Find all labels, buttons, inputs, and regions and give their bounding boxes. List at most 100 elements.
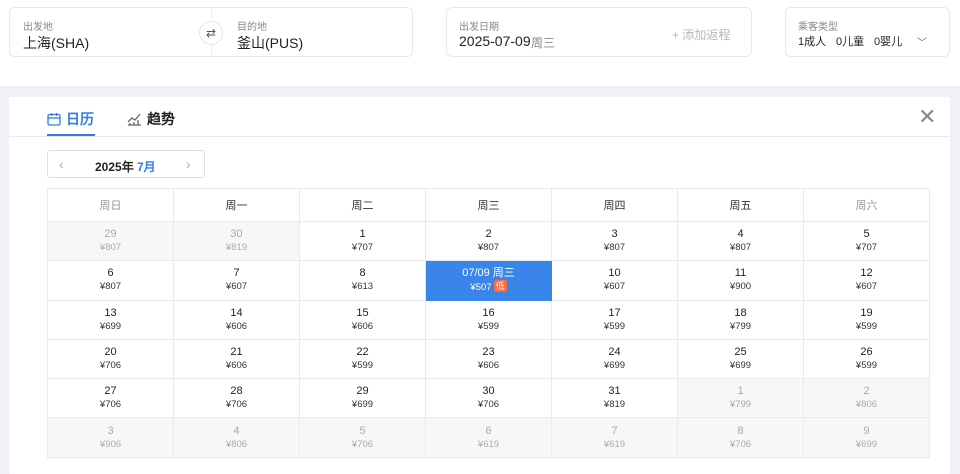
calendar-day[interactable]: 10 ¥607 bbox=[551, 260, 678, 301]
calendar-day[interactable]: 2 ¥807 bbox=[425, 220, 552, 262]
day-number: 31 bbox=[608, 385, 621, 398]
view-tabs: 日历 趋势 ✕ bbox=[9, 97, 950, 137]
calendar-day[interactable]: 21 ¥606 bbox=[173, 338, 300, 380]
day-number: 2 bbox=[863, 385, 870, 398]
tab-trend-label: 趋势 bbox=[147, 111, 175, 127]
calendar-day[interactable]: 6 ¥807 bbox=[47, 260, 174, 301]
origin-value: 上海(SHA) bbox=[23, 35, 90, 51]
day-price: ¥819 bbox=[603, 399, 626, 411]
calendar-day[interactable]: 29 ¥699 bbox=[299, 378, 426, 419]
day-price: ¥699 bbox=[729, 360, 752, 372]
day-price: ¥613 bbox=[351, 281, 374, 293]
calendar-day[interactable]: 11 ¥900 bbox=[677, 260, 804, 301]
day-price: ¥699 bbox=[351, 399, 374, 411]
calendar-day[interactable]: 16 ¥599 bbox=[425, 299, 552, 340]
calendar-day[interactable]: 5 ¥706 bbox=[299, 417, 426, 458]
passenger-type-field[interactable]: 乘客类型 1成人 0儿童 0婴儿 ﹀ bbox=[785, 7, 950, 57]
prev-month-icon[interactable]: ‹ bbox=[59, 156, 64, 172]
calendar-day[interactable]: 31 ¥819 bbox=[551, 378, 678, 419]
weekday-label: 周四 bbox=[551, 188, 678, 222]
chevron-down-icon[interactable]: ﹀ bbox=[917, 34, 927, 49]
calendar-day[interactable]: 15 ¥606 bbox=[299, 299, 426, 340]
day-number: 6 bbox=[107, 267, 114, 280]
day-number: 18 bbox=[734, 306, 747, 319]
calendar-day[interactable]: 3 ¥906 bbox=[47, 417, 174, 458]
calendar-day[interactable]: 3 ¥807 bbox=[551, 220, 678, 262]
depart-weekday: 周三 bbox=[531, 36, 556, 50]
calendar-day[interactable]: 30 ¥819 bbox=[173, 220, 300, 262]
day-number: 29 bbox=[104, 228, 117, 241]
add-return-button[interactable]: + 添加返程 bbox=[672, 26, 730, 43]
day-price: ¥606 bbox=[477, 360, 500, 372]
calendar-day[interactable]: 29 ¥807 bbox=[47, 220, 174, 262]
day-price: ¥706 bbox=[99, 399, 122, 411]
weekday-label: 周三 bbox=[425, 188, 552, 222]
day-price: ¥599 bbox=[351, 360, 374, 372]
close-icon[interactable]: ✕ bbox=[918, 105, 936, 129]
day-number: 4 bbox=[737, 228, 744, 241]
calendar-day[interactable]: 1 ¥707 bbox=[299, 220, 426, 262]
next-month-icon[interactable]: › bbox=[186, 156, 191, 172]
calendar-day[interactable]: 19 ¥599 bbox=[803, 299, 930, 340]
calendar-day[interactable]: 1 ¥799 bbox=[677, 378, 804, 419]
calendar-day[interactable]: 8 ¥706 bbox=[677, 417, 804, 458]
calendar-day[interactable]: 2 ¥806 bbox=[803, 378, 930, 419]
calendar-day[interactable]: 6 ¥619 bbox=[425, 417, 552, 458]
calendar-day-selected[interactable]: 07/09 周三 ¥507 低 bbox=[425, 260, 552, 301]
tab-calendar-label: 日历 bbox=[66, 111, 94, 127]
depart-date-field[interactable]: 出发日期 2025-07-09 周三 + 添加返程 bbox=[446, 7, 752, 57]
depart-date-value: 2025-07-09 bbox=[459, 33, 531, 49]
calendar-day[interactable]: 18 ¥799 bbox=[677, 299, 804, 340]
day-number: 2 bbox=[485, 228, 492, 241]
destination-value: 釜山(PUS) bbox=[237, 35, 304, 51]
calendar-week-row: 13 ¥699 14 ¥606 15 ¥606 16 ¥599 17 ¥599 18 ¥799 19 ¥5… bbox=[47, 299, 930, 340]
day-number: 15 bbox=[356, 306, 369, 319]
day-price: ¥607 bbox=[855, 281, 878, 293]
day-number: 10 bbox=[608, 267, 621, 280]
calendar-day[interactable]: 8 ¥613 bbox=[299, 260, 426, 301]
swap-arrows-icon[interactable]: ⇄ bbox=[199, 21, 223, 45]
tab-calendar[interactable]: 日历 bbox=[47, 109, 94, 129]
calendar-day[interactable]: 5 ¥707 bbox=[803, 220, 930, 262]
calendar-week-row: 6 ¥807 7 ¥607 8 ¥613 07/09 周三 ¥507 低 10 ¥607 11 ¥900… bbox=[47, 260, 930, 301]
calendar-day[interactable]: 4 ¥806 bbox=[173, 417, 300, 458]
calendar-day[interactable]: 25 ¥699 bbox=[677, 338, 804, 380]
day-number: 4 bbox=[233, 424, 240, 437]
month-nav-month[interactable]: 7月 bbox=[137, 158, 156, 175]
calendar-day[interactable]: 9 ¥699 bbox=[803, 417, 930, 458]
day-price: ¥619 bbox=[603, 438, 626, 450]
day-price: ¥699 bbox=[99, 320, 122, 332]
calendar-day[interactable]: 4 ¥807 bbox=[677, 220, 804, 262]
calendar-day[interactable]: 7 ¥619 bbox=[551, 417, 678, 458]
day-price: ¥606 bbox=[225, 320, 248, 332]
day-price: ¥706 bbox=[225, 399, 248, 411]
day-number: 8 bbox=[359, 267, 366, 280]
price-calendar: 周日 周一 周二 周三 周四 周五 周六 29 ¥807 30 ¥819 1 ¥707 2 ¥… bbox=[47, 188, 930, 458]
calendar-icon bbox=[47, 113, 61, 126]
calendar-day[interactable]: 23 ¥606 bbox=[425, 338, 552, 380]
calendar-day[interactable]: 13 ¥699 bbox=[47, 299, 174, 340]
day-number: 6 bbox=[485, 424, 492, 437]
destination-label: 目的地 bbox=[237, 22, 267, 33]
weekday-label: 周二 bbox=[299, 188, 426, 222]
calendar-day[interactable]: 20 ¥706 bbox=[47, 338, 174, 380]
calendar-day[interactable]: 14 ¥606 bbox=[173, 299, 300, 340]
day-price: ¥599 bbox=[603, 320, 626, 332]
calendar-day[interactable]: 24 ¥699 bbox=[551, 338, 678, 380]
day-price: ¥599 bbox=[855, 360, 878, 372]
tab-trend[interactable]: 趋势 bbox=[127, 109, 175, 129]
day-price: ¥706 bbox=[99, 360, 122, 372]
calendar-day[interactable]: 28 ¥706 bbox=[173, 378, 300, 419]
calendar-day[interactable]: 27 ¥706 bbox=[47, 378, 174, 419]
calendar-day[interactable]: 26 ¥599 bbox=[803, 338, 930, 380]
day-number: 27 bbox=[104, 385, 117, 398]
day-number: 20 bbox=[104, 346, 117, 359]
calendar-day[interactable]: 17 ¥599 bbox=[551, 299, 678, 340]
origin-label: 出发地 bbox=[23, 22, 53, 33]
day-number: 8 bbox=[737, 424, 744, 437]
day-number: 16 bbox=[482, 306, 495, 319]
calendar-day[interactable]: 22 ¥599 bbox=[299, 338, 426, 380]
calendar-day[interactable]: 7 ¥607 bbox=[173, 260, 300, 301]
calendar-day[interactable]: 30 ¥706 bbox=[425, 378, 552, 419]
calendar-day[interactable]: 12 ¥607 bbox=[803, 260, 930, 301]
